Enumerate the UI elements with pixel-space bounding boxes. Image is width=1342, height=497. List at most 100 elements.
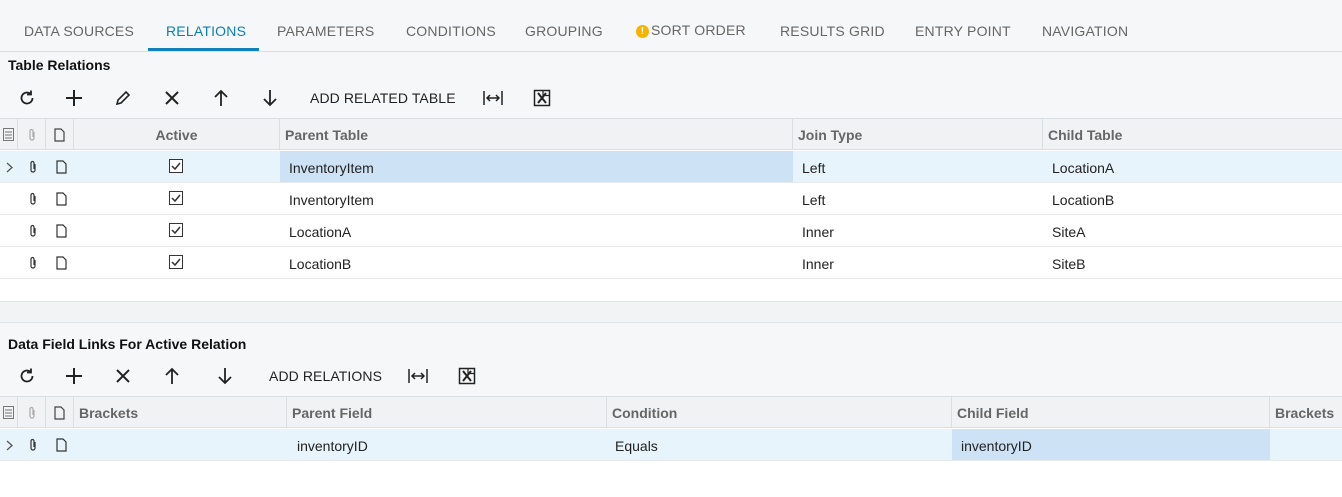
add-related-table-button[interactable]: ADD RELATED TABLE <box>310 90 456 106</box>
child-table-cell[interactable]: SiteB <box>1043 247 1342 278</box>
refresh-button[interactable] <box>15 364 39 388</box>
parent-table-cell[interactable]: LocationA <box>280 215 793 246</box>
refresh-icon <box>20 368 34 383</box>
active-checkbox[interactable] <box>169 159 183 173</box>
col-brackets-open[interactable]: Brackets <box>74 397 287 428</box>
parent-table-cell[interactable]: InventoryItem <box>280 151 793 182</box>
table-row[interactable]: InventoryItem Left LocationA <box>0 151 1342 183</box>
plus-icon <box>66 368 82 384</box>
table-row[interactable]: inventoryID Equals inventoryID <box>0 429 1342 461</box>
checkbox-checked-icon <box>169 223 183 237</box>
plus-icon <box>66 90 82 106</box>
active-checkbox[interactable] <box>169 191 183 205</box>
notes-header <box>46 119 74 150</box>
active-checkbox[interactable] <box>169 255 183 269</box>
fit-columns-button[interactable] <box>406 364 430 388</box>
chevron-right-icon <box>4 438 14 452</box>
parent-table-cell[interactable]: LocationB <box>280 247 793 278</box>
tab-conditions[interactable]: CONDITIONS <box>406 0 496 52</box>
join-type-cell[interactable]: Left <box>793 183 1043 214</box>
edit-button[interactable] <box>111 86 135 110</box>
tab-grouping[interactable]: GROUPING <box>525 0 603 52</box>
fit-columns-button[interactable] <box>481 86 505 110</box>
tab-data-sources[interactable]: DATA SOURCES <box>24 0 134 52</box>
document-icon[interactable] <box>55 160 67 174</box>
join-type-cell[interactable]: Inner <box>793 215 1043 246</box>
parent-table-cell[interactable]: InventoryItem <box>280 183 793 214</box>
warning-icon: ! <box>636 25 649 38</box>
tab-sort-order[interactable]: ! SORT ORDER <box>636 0 746 52</box>
document-icon[interactable] <box>55 192 67 206</box>
col-brackets-close[interactable]: Brackets <box>1270 397 1342 428</box>
export-excel-button[interactable] <box>455 364 479 388</box>
table-row[interactable]: InventoryItem Left LocationB <box>0 183 1342 215</box>
paperclip-icon[interactable] <box>27 160 39 174</box>
active-tab-indicator <box>148 48 259 51</box>
table-relations-header: Table Relations ADD RELATED TABLE <box>0 52 1342 119</box>
col-active[interactable]: Active <box>74 119 280 150</box>
relations-grid-header: Active Parent Table Join Type Child Tabl… <box>0 118 1342 150</box>
data-field-links-header: Data Field Links For Active Relation ADD… <box>0 323 1342 396</box>
checkbox-checked-icon <box>169 159 183 173</box>
parent-field-cell[interactable]: inventoryID <box>287 429 607 460</box>
arrow-down-icon <box>218 368 232 385</box>
tab-results-grid[interactable]: RESULTS GRID <box>780 0 885 52</box>
refresh-button[interactable] <box>15 86 39 110</box>
tab-relations[interactable]: RELATIONS <box>166 0 246 52</box>
move-down-button[interactable] <box>258 86 282 110</box>
tab-entry-point[interactable]: ENTRY POINT <box>915 0 1011 52</box>
section-divider[interactable] <box>0 301 1342 323</box>
refresh-icon <box>20 90 34 105</box>
child-table-cell[interactable]: LocationB <box>1043 183 1342 214</box>
col-child-table[interactable]: Child Table <box>1043 119 1342 150</box>
chevron-right-icon <box>4 160 14 174</box>
tab-parameters[interactable]: PARAMETERS <box>277 0 374 52</box>
pencil-icon <box>115 90 131 106</box>
grid-empty-space <box>0 279 1342 301</box>
move-down-button[interactable] <box>213 364 237 388</box>
col-parent-field[interactable]: Parent Field <box>287 397 607 428</box>
add-relations-button[interactable]: ADD RELATIONS <box>269 368 382 384</box>
tab-navigation[interactable]: NAVIGATION <box>1042 0 1128 52</box>
paperclip-icon[interactable] <box>27 192 39 206</box>
col-condition[interactable]: Condition <box>607 397 952 428</box>
excel-export-icon <box>533 89 551 107</box>
move-up-button[interactable] <box>160 364 184 388</box>
document-icon <box>54 405 65 420</box>
checkbox-checked-icon <box>169 191 183 205</box>
delete-button[interactable] <box>160 86 184 110</box>
section-title: Table Relations <box>8 57 111 73</box>
arrow-up-icon <box>165 367 179 384</box>
delete-button[interactable] <box>111 364 135 388</box>
add-row-button[interactable] <box>62 86 86 110</box>
col-parent-table[interactable]: Parent Table <box>280 119 793 150</box>
brackets-close-cell[interactable] <box>1270 429 1342 460</box>
child-table-cell[interactable]: LocationA <box>1043 151 1342 182</box>
paperclip-icon[interactable] <box>27 224 39 238</box>
document-icon[interactable] <box>55 438 67 452</box>
child-field-cell[interactable]: inventoryID <box>952 429 1270 460</box>
document-icon[interactable] <box>55 256 67 270</box>
brackets-open-cell[interactable] <box>74 429 287 460</box>
active-checkbox[interactable] <box>169 223 183 237</box>
excel-export-icon <box>458 367 476 385</box>
paperclip-icon[interactable] <box>27 438 39 452</box>
checkbox-checked-icon <box>169 255 183 269</box>
col-child-field[interactable]: Child Field <box>952 397 1270 428</box>
notes-header <box>46 397 74 428</box>
col-join-type[interactable]: Join Type <box>793 119 1043 150</box>
row-selector-header[interactable] <box>0 119 18 150</box>
move-up-button[interactable] <box>209 86 233 110</box>
export-excel-button[interactable] <box>530 86 554 110</box>
paperclip-icon[interactable] <box>27 256 39 270</box>
table-row[interactable]: LocationA Inner SiteA <box>0 215 1342 247</box>
row-selector-header[interactable] <box>0 397 18 428</box>
condition-cell[interactable]: Equals <box>607 429 952 460</box>
document-icon[interactable] <box>55 224 67 238</box>
join-type-cell[interactable]: Left <box>793 151 1043 182</box>
join-type-cell[interactable]: Inner <box>793 247 1043 278</box>
add-row-button[interactable] <box>62 364 86 388</box>
arrow-down-icon <box>263 90 277 107</box>
table-row[interactable]: LocationB Inner SiteB <box>0 247 1342 279</box>
child-table-cell[interactable]: SiteA <box>1043 215 1342 246</box>
